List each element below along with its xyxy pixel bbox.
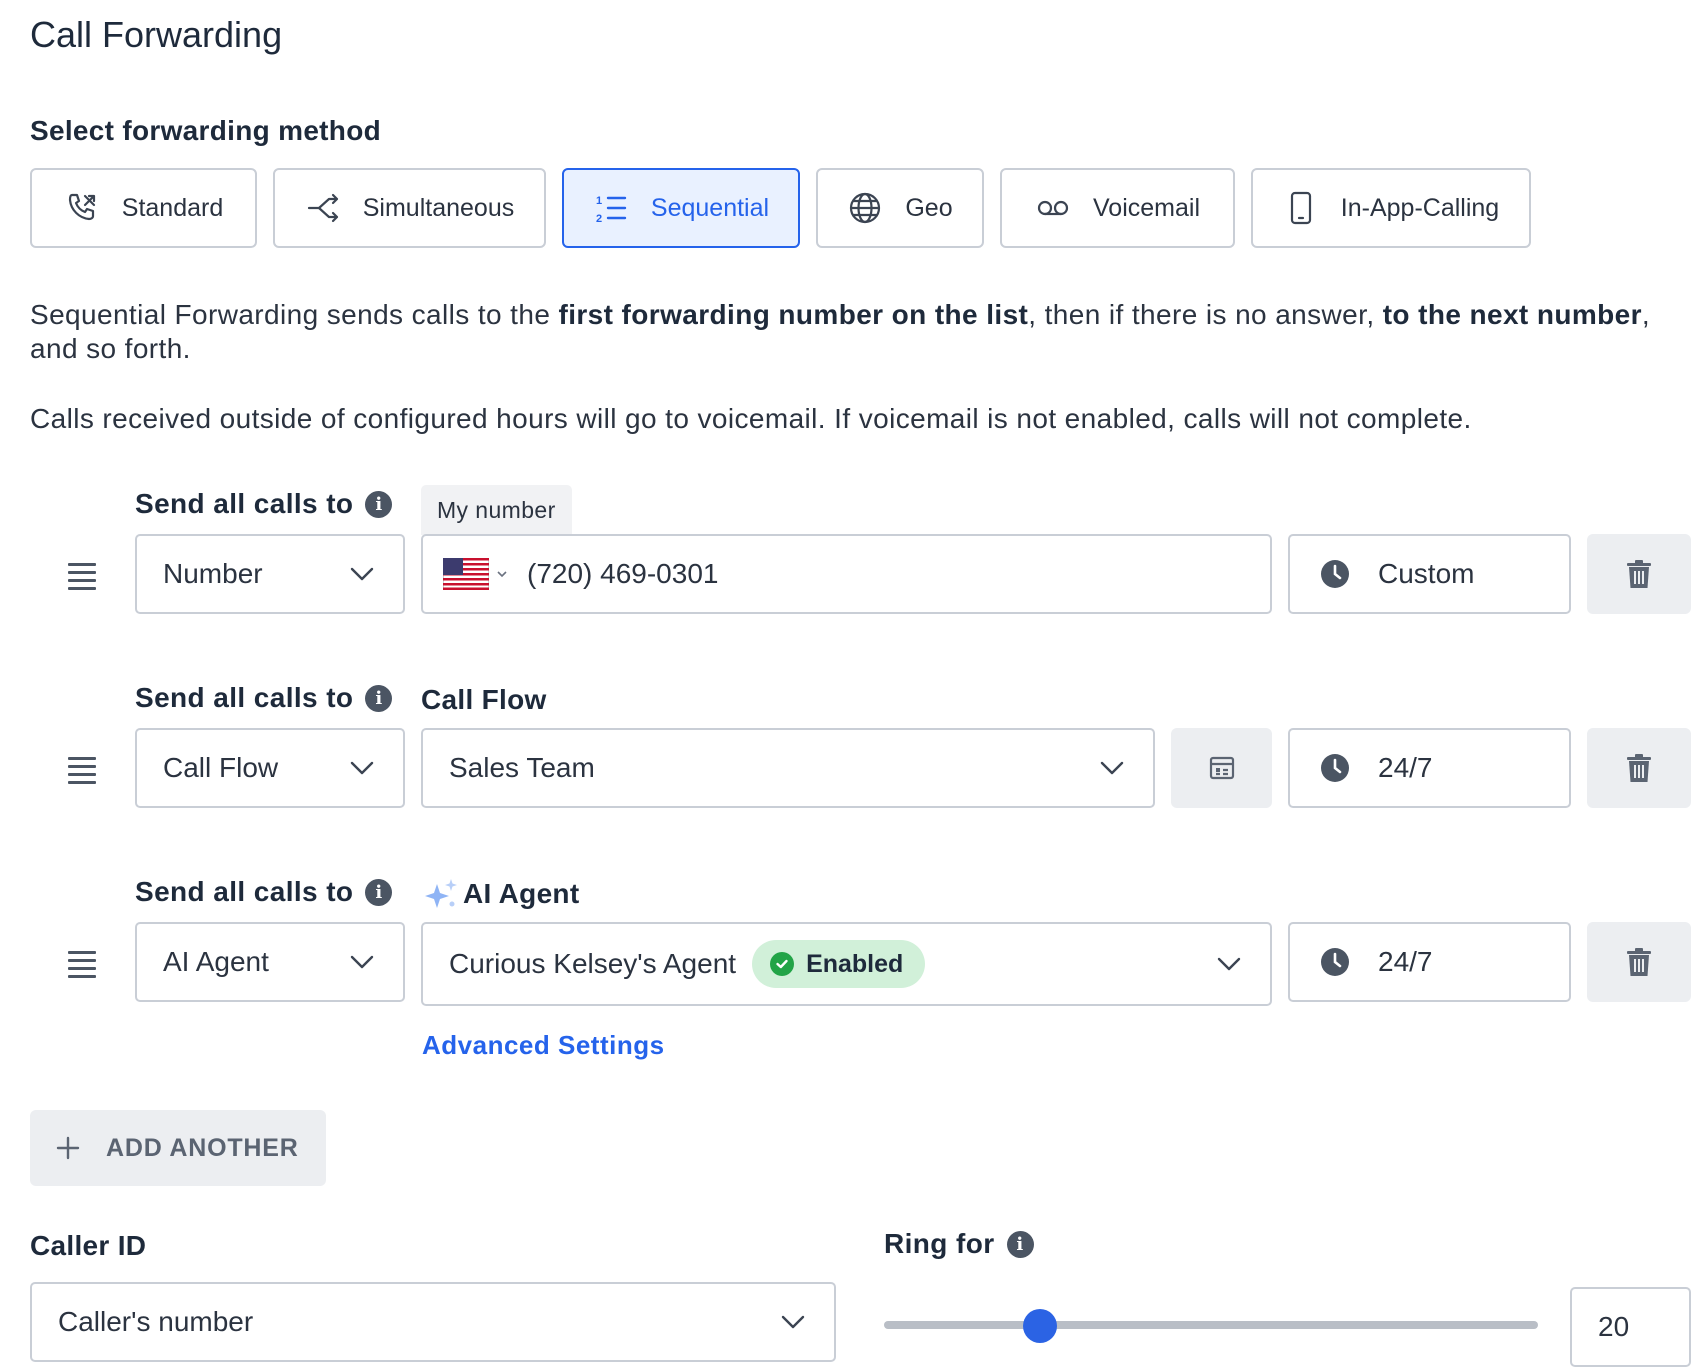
clock-icon xyxy=(1321,754,1349,782)
split-arrows-icon xyxy=(307,193,338,223)
drag-handle-icon[interactable] xyxy=(68,757,96,789)
ring-seconds-input[interactable]: 20 xyxy=(1570,1287,1691,1367)
ring-for-label: Ring for i xyxy=(884,1228,1034,1260)
sparkle-icon xyxy=(425,879,457,908)
row3-send-label: Send all calls to i xyxy=(135,876,393,908)
add-another-button[interactable]: ADD ANOTHER xyxy=(30,1110,326,1186)
row2-send-label: Send all calls to i xyxy=(135,682,393,714)
check-circle-icon xyxy=(770,952,795,976)
row3-type-select[interactable]: AI Agent xyxy=(135,922,405,1002)
info-icon[interactable]: i xyxy=(365,684,393,712)
row2-view-flow-button[interactable] xyxy=(1171,728,1272,808)
row3-target-label: AI Agent xyxy=(423,876,579,912)
row1-phone-input[interactable]: (720) 469-0301 xyxy=(421,534,1272,614)
row2-schedule-select[interactable]: 24/7 xyxy=(1288,728,1571,808)
row3-schedule-select[interactable]: 24/7 xyxy=(1288,922,1571,1002)
method-simultaneous-button[interactable]: Simultaneous xyxy=(273,168,546,248)
numbered-list-icon: 1 2 xyxy=(596,195,627,225)
clock-icon xyxy=(1321,948,1349,976)
row2-target-label: Call Flow xyxy=(421,684,547,715)
chevron-down-icon xyxy=(781,1315,805,1329)
chevron-down-icon xyxy=(350,955,374,969)
drag-handle-icon[interactable] xyxy=(68,951,96,983)
trash-icon xyxy=(1627,560,1651,588)
caller-id-label: Caller ID xyxy=(30,1230,147,1261)
ring-slider-thumb[interactable] xyxy=(1023,1309,1057,1343)
row1-my-number-tag: My number xyxy=(421,485,572,535)
phone-forward-icon xyxy=(68,193,95,221)
row3-agent-name: Curious Kelsey's Agent xyxy=(449,948,737,979)
forwarding-method-label: Select forwarding method xyxy=(30,115,382,146)
globe-icon xyxy=(850,192,881,224)
svg-text:2: 2 xyxy=(596,213,602,225)
advanced-settings-link[interactable]: Advanced Settings xyxy=(422,1030,665,1061)
row3-agent-select[interactable]: Curious Kelsey's Agent Enabled xyxy=(421,922,1272,1006)
enabled-badge: Enabled xyxy=(752,940,926,988)
info-icon[interactable]: i xyxy=(365,490,393,518)
chevron-down-icon xyxy=(1100,761,1124,775)
method-standard-label: Standard xyxy=(121,193,224,222)
row1-phone-value: (720) 469-0301 xyxy=(527,558,719,589)
method-simultaneous-label: Simultaneous xyxy=(362,193,515,222)
chevron-down-icon xyxy=(350,761,374,775)
row1-send-label: Send all calls to i xyxy=(135,488,393,520)
method-sequential-button[interactable]: 1 2 Sequential xyxy=(562,168,800,248)
row2-delete-button[interactable] xyxy=(1587,728,1691,808)
voicemail-icon xyxy=(1037,200,1069,216)
method-geo-label: Geo xyxy=(905,193,953,222)
row1-schedule-select[interactable]: Custom xyxy=(1288,534,1571,614)
row1-type-select[interactable]: Number xyxy=(135,534,405,614)
chevron-down-icon xyxy=(1217,957,1241,971)
caller-id-select[interactable]: Caller's number xyxy=(30,1282,836,1362)
info-icon[interactable]: i xyxy=(1006,1230,1034,1258)
drag-handle-icon[interactable] xyxy=(68,563,96,595)
flow-chart-icon xyxy=(1209,756,1234,780)
svg-text:1: 1 xyxy=(596,195,602,207)
row2-call-flow-select[interactable]: Sales Team xyxy=(421,728,1155,808)
chevron-down-icon xyxy=(350,567,374,581)
us-flag-icon[interactable] xyxy=(443,558,489,590)
row3-delete-button[interactable] xyxy=(1587,922,1691,1002)
trash-icon xyxy=(1627,754,1651,782)
method-voicemail-label: Voicemail xyxy=(1093,193,1200,222)
row1-delete-button[interactable] xyxy=(1587,534,1691,614)
method-geo-button[interactable]: Geo xyxy=(816,168,984,248)
info-icon[interactable]: i xyxy=(365,878,393,906)
mobile-phone-icon xyxy=(1290,191,1311,225)
flag-chevron-icon[interactable] xyxy=(495,569,509,579)
ring-slider-track[interactable] xyxy=(884,1321,1538,1329)
row2-type-select[interactable]: Call Flow xyxy=(135,728,405,808)
method-sequential-label: Sequential xyxy=(650,193,770,222)
method-standard-button[interactable]: Standard xyxy=(30,168,257,248)
method-description: Sequential Forwarding sends calls to the… xyxy=(30,299,1651,364)
method-voicemail-button[interactable]: Voicemail xyxy=(1000,168,1235,248)
page-title: Call Forwarding xyxy=(30,14,283,55)
plus-icon xyxy=(56,1136,80,1160)
method-in-app-calling-button[interactable]: In-App-Calling xyxy=(1251,168,1531,248)
method-in-app-calling-label: In-App-Calling xyxy=(1340,193,1500,222)
hours-note: Calls received outside of configured hou… xyxy=(30,403,1472,434)
clock-icon xyxy=(1321,560,1349,588)
trash-icon xyxy=(1627,948,1651,976)
